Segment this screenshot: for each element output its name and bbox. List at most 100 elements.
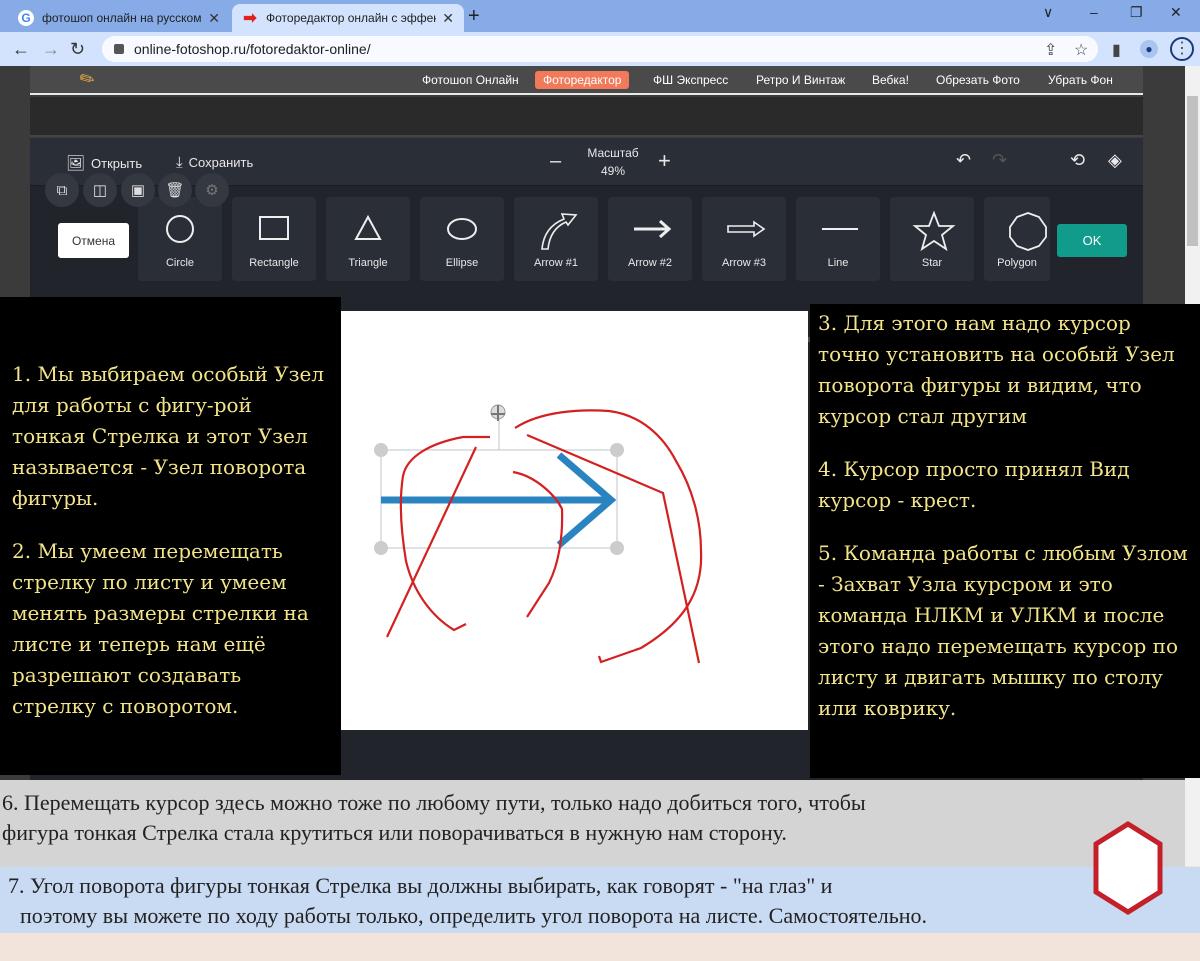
trash-icon: 🗑 <box>165 182 185 199</box>
close-tab-icon[interactable]: ✕ <box>208 10 220 27</box>
settings-button[interactable]: ⚙ <box>195 173 229 207</box>
shape-star[interactable]: Star <box>890 197 974 281</box>
shape-arrow-2[interactable]: Arrow #2 <box>608 197 692 281</box>
open-label: Открыть <box>91 155 143 171</box>
save-button[interactable]: ⤓ Сохранить <box>176 154 253 171</box>
lock-icon <box>114 44 124 54</box>
flip-button[interactable]: ◫ <box>83 173 117 207</box>
tab-search-button[interactable]: ∨ <box>1043 4 1053 21</box>
resize-handle-top-right[interactable] <box>610 443 624 457</box>
resize-handle-bottom-left[interactable] <box>374 541 388 555</box>
bookmark-star-icon[interactable]: ☆ <box>1074 40 1088 60</box>
note-2: 2. Мы умеем перемещать стрелку по листу … <box>12 539 309 718</box>
open-button[interactable]: 🖼 Открыть <box>66 154 142 172</box>
shape-arrow-3[interactable]: Arrow #3 <box>702 197 786 281</box>
duplicate-icon: ⧉ <box>56 181 68 199</box>
shape-label: Arrow #3 <box>721 257 767 269</box>
redo-icon[interactable]: ↷ <box>992 150 1007 171</box>
note-5: 5. Команда работы с любым Узлом - Захват… <box>818 541 1188 720</box>
gear-icon: ⚙ <box>205 182 219 199</box>
zoom-display: Масштаб 49% <box>578 144 648 180</box>
annotation-6: 6. Перемещать курсор здесь можно тоже по… <box>0 780 1185 867</box>
hexagon-icon <box>1093 821 1163 915</box>
duplicate-button[interactable]: ⧉ <box>45 173 79 207</box>
download-icon: ⤓ <box>176 154 183 171</box>
nav-photo-editor[interactable]: Фоторедактор <box>535 71 630 89</box>
side-panel-icon[interactable]: ▮ <box>1112 40 1121 60</box>
shape-label: Rectangle <box>249 257 299 269</box>
new-tab-button[interactable]: + <box>468 5 480 28</box>
restore-button[interactable]: ❐ <box>1130 4 1143 21</box>
shape-label: Arrow #1 <box>533 257 579 269</box>
shape-triangle[interactable]: Triangle <box>326 197 410 281</box>
delete-button[interactable]: 🗑 <box>158 173 192 207</box>
polygon-icon <box>1009 212 1047 251</box>
shape-label: Circle <box>165 257 195 269</box>
tab-photoshop-search[interactable]: G фотошоп онлайн на русском - Г ✕ <box>8 4 230 32</box>
shape-label: Triangle <box>348 257 388 269</box>
note-1: 1. Мы выбираем особый Узел для работы с … <box>12 362 325 510</box>
nav-retro-vintage[interactable]: Ретро И Винтаж <box>748 71 853 89</box>
nav-webcam[interactable]: Вебка! <box>864 71 917 89</box>
shape-polygon[interactable]: Polygon <box>984 197 1050 281</box>
annotation-7: 7. Угол поворота фигуры тонкая Стрелка в… <box>0 867 1200 933</box>
nav-fsh-express[interactable]: ФШ Экспресс <box>645 71 736 89</box>
shape-picker: Отмена Circle Rectangle Triangle Ellipse… <box>30 187 1143 342</box>
address-bar-row: ← → ↻ online-fotoshop.ru/fotoredaktor-on… <box>0 32 1200 66</box>
ellipse-icon <box>447 218 477 240</box>
flip-icon: ◫ <box>92 182 108 199</box>
back-icon[interactable]: ← <box>12 39 30 60</box>
cancel-button[interactable]: Отмена <box>58 223 129 258</box>
zoom-title: Масштаб <box>587 146 639 160</box>
browser-tab-bar: G фотошоп онлайн на русском - Г ✕ ➡ Фото… <box>0 0 1200 32</box>
shape-rectangle[interactable]: Rectangle <box>232 197 316 281</box>
shape-label: Arrow #2 <box>627 257 673 269</box>
tab-title: Фоторедактор онлайн с эффект <box>266 11 437 25</box>
shape-label: Polygon <box>997 257 1037 269</box>
shape-line[interactable]: Line <box>796 197 880 281</box>
shape-label: Star <box>921 257 943 269</box>
ok-button[interactable]: OK <box>1057 224 1127 257</box>
drawing-canvas[interactable] <box>341 311 808 730</box>
scrollbar-thumb[interactable] <box>1187 96 1198 246</box>
history-icon[interactable]: ⟲ <box>1070 150 1085 171</box>
share-icon[interactable]: ⇪ <box>1044 40 1057 60</box>
note-7-line-2: поэтому вы можете по ходу работы только,… <box>20 903 928 928</box>
zoom-out-button[interactable]: – <box>550 150 561 173</box>
shape-ellipse[interactable]: Ellipse <box>420 197 504 281</box>
nav-photoshop-online[interactable]: Фотошоп Онлайн <box>414 71 527 89</box>
zoom-in-button[interactable]: + <box>658 148 671 174</box>
red-annotation-strokes <box>386 409 703 664</box>
image-icon: 🖼 <box>66 155 86 172</box>
rotate-handle-cursor-icon[interactable] <box>490 404 506 421</box>
nav-remove-background[interactable]: Убрать Фон <box>1040 71 1121 89</box>
layers-icon[interactable]: ◈ <box>1108 150 1122 171</box>
thin-arrow-shape[interactable] <box>381 452 617 548</box>
save-label: Сохранить <box>188 155 254 170</box>
resize-handle-top-left[interactable] <box>374 443 388 457</box>
double-line-arrow-icon <box>727 220 766 238</box>
url-input[interactable]: online-fotoshop.ru/fotoredaktor-online/ <box>102 36 1098 62</box>
forward-icon[interactable]: → <box>42 39 60 60</box>
nav-crop-photo[interactable]: Обрезать Фото <box>928 71 1028 89</box>
menu-kebab-icon[interactable]: ⋮ <box>1170 37 1194 61</box>
undo-icon[interactable]: ↶ <box>956 150 971 171</box>
google-icon: G <box>18 10 34 26</box>
annotation-left: 1. Мы выбираем особый Узел для работы с … <box>0 297 341 775</box>
brush-logo-icon[interactable]: ✎ <box>76 67 100 93</box>
resize-handle-bottom-right[interactable] <box>610 541 624 555</box>
note-6-line-2: фигура тонкая Стрелка стала крутиться ил… <box>2 820 787 845</box>
note-3: 3. Для этого нам надо курсор точно устан… <box>818 311 1175 428</box>
profile-avatar-icon[interactable]: ● <box>1140 40 1158 58</box>
shape-circle[interactable]: Circle <box>138 197 222 281</box>
site-header: ✎ Фотошоп Онлайн Фоторедактор ФШ Экспрес… <box>30 66 1143 95</box>
zoom-value: 49% <box>600 164 626 178</box>
close-window-button[interactable]: ✕ <box>1170 4 1182 21</box>
reload-icon[interactable]: ↻ <box>70 39 85 60</box>
tab-photo-editor[interactable]: ➡ Фоторедактор онлайн с эффект ✕ <box>232 4 464 32</box>
close-tab-icon[interactable]: ✕ <box>442 10 454 27</box>
bring-forward-button[interactable]: ▣ <box>121 173 155 207</box>
rectangle-icon <box>259 216 289 240</box>
shape-arrow-1[interactable]: Arrow #1 <box>514 197 598 281</box>
minimize-button[interactable]: – <box>1090 4 1098 20</box>
